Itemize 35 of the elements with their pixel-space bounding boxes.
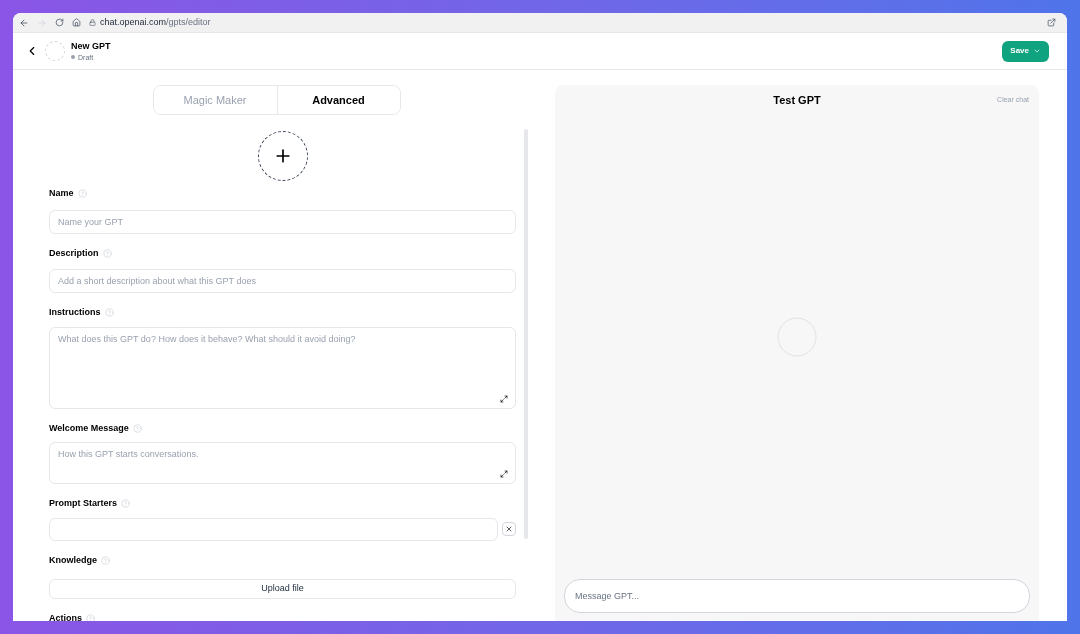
preview-title: Test GPT — [773, 92, 821, 108]
help-icon[interactable] — [102, 248, 112, 258]
open-external-icon[interactable] — [1047, 18, 1056, 27]
input-field[interactable]: Name your GPT — [49, 209, 516, 234]
home-icon[interactable] — [72, 18, 81, 27]
input-field[interactable]: Add a short description about what this GPT does — [49, 269, 516, 293]
field-label: Description — [49, 246, 99, 260]
help-icon[interactable] — [121, 499, 131, 509]
field-label: Knowledge — [49, 553, 97, 567]
help-icon[interactable] — [104, 308, 114, 318]
upload-button[interactable]: Upload file — [49, 578, 516, 599]
field-label: Actions — [49, 611, 82, 621]
field-label: Prompt Starters — [49, 497, 118, 510]
expand-icon[interactable] — [500, 470, 508, 478]
message-field[interactable]: Message GPT... — [564, 579, 1030, 613]
field-label: Name — [49, 187, 74, 200]
input-field[interactable] — [49, 517, 498, 541]
chevron-down-icon — [1033, 47, 1041, 55]
gpt-title: New GPT — [71, 41, 111, 51]
reload-icon[interactable] — [55, 18, 64, 27]
help-icon[interactable] — [132, 423, 142, 433]
text-area[interactable]: What does this GPT do? How does it behave? What should it avoid doing? — [49, 326, 516, 409]
help-icon[interactable] — [101, 555, 110, 565]
text-area[interactable]: How this GPT starts conversations. — [49, 442, 516, 484]
remove-button[interactable] — [502, 522, 516, 536]
field-label: Welcome Message — [49, 421, 129, 435]
close-icon — [505, 525, 513, 533]
field-label: Instructions — [49, 306, 101, 319]
address-bar[interactable]: chat.openai.com/gpts/editor — [100, 15, 211, 30]
help-icon[interactable] — [77, 189, 87, 199]
forward-icon[interactable] — [37, 17, 47, 28]
tab[interactable]: Advanced — [276, 86, 400, 114]
help-icon[interactable] — [86, 614, 95, 621]
lock-icon — [89, 19, 96, 26]
expand-icon[interactable] — [500, 394, 508, 403]
